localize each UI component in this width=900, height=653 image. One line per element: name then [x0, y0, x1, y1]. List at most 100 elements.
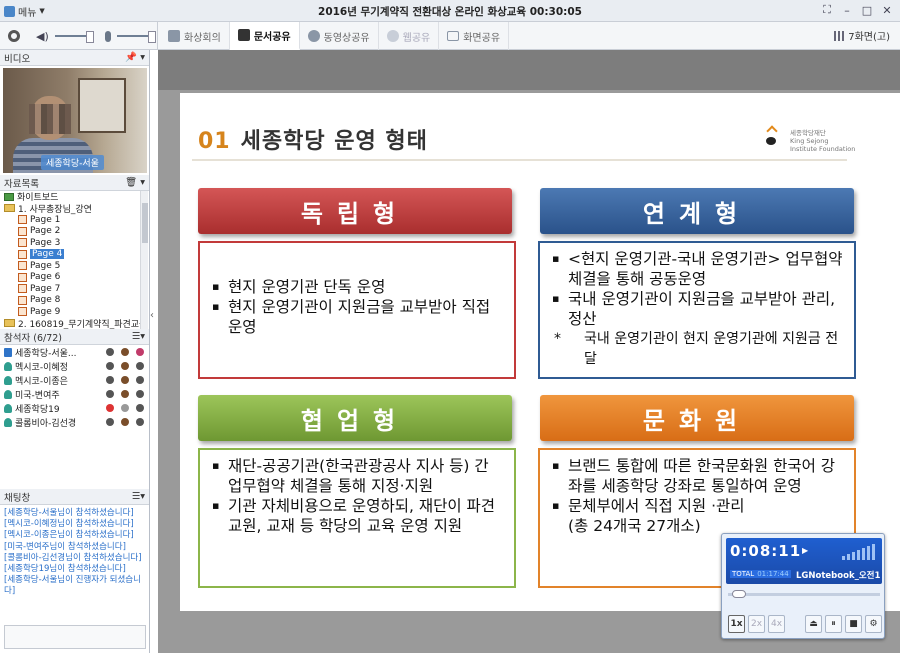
title-divider: [192, 159, 847, 161]
speed-4x-button[interactable]: 4x: [768, 615, 785, 633]
bullet-item: 재단-공공기관(한국관광공사 지사 등) 간 업무협약 체결을 통해 지정·지원: [210, 456, 504, 496]
mic-status-icon: [136, 404, 144, 412]
material-label: 2. 160819_무기계약직_파견교원: [18, 319, 148, 329]
logo-sub2: Institute Foundation: [790, 145, 856, 153]
mic-volume-slider[interactable]: [116, 31, 156, 43]
speaker-icon[interactable]: ◀): [36, 30, 49, 43]
material-label: 1. 사무총장님_강연: [18, 204, 92, 215]
bullet-item: 기관 자체비용으로 운영하되, 재단이 파견교원, 교재 등 학당의 교육 운영…: [210, 496, 504, 536]
chat-input[interactable]: [4, 625, 146, 649]
speaker-volume-slider[interactable]: [54, 31, 94, 43]
participant-row[interactable]: 멕시코-이종은: [4, 373, 149, 387]
material-folder[interactable]: 1. 사무총장님_강연: [4, 203, 149, 215]
linked-box: <현지 운영기관-국내 운영기관> 업무협약 체결을 통해 공동운영 국내 운영…: [538, 241, 856, 379]
window-controls: ⛶ – □ ✕: [820, 2, 894, 18]
page-icon: [18, 284, 27, 294]
scrollbar-thumb[interactable]: [142, 203, 148, 243]
logo-sub1: King Sejong: [790, 137, 829, 145]
pause-icon[interactable]: ⏸: [825, 615, 842, 633]
bullet-item: 현지 운영기관 단독 운영: [210, 277, 504, 297]
material-folder[interactable]: 2. 160819_무기계약직_파견교원: [4, 318, 149, 329]
material-label: Page 5: [30, 260, 61, 271]
material-page-selected[interactable]: Page 4: [4, 249, 149, 261]
mic-status-icon: [136, 348, 144, 356]
list-menu-icon[interactable]: ☰▾: [132, 491, 145, 502]
total-label: TOTAL: [732, 570, 755, 578]
materials-scrollbar[interactable]: [140, 191, 148, 329]
folder-icon: [4, 319, 15, 328]
participant-name: 콜롬비아-김선경: [15, 418, 77, 429]
slide-title: 01 세종학당 운영 형태: [198, 123, 428, 155]
tab-screen-share[interactable]: 화면공유: [439, 22, 510, 50]
video-status-icon: [121, 418, 129, 426]
tab-video-conference[interactable]: 화상회의: [160, 22, 230, 50]
material-page[interactable]: Page 6: [4, 272, 149, 284]
video-name-tag: 세종학당-서울: [41, 155, 104, 170]
globe-icon: [386, 30, 399, 42]
viewer-top-band: [158, 50, 900, 90]
bullet-item: <현지 운영기관-국내 운영기관> 업무협약 체결을 통해 공동운영: [550, 249, 844, 289]
participant-row[interactable]: 세종학당19: [4, 401, 149, 415]
eject-icon[interactable]: ⏏: [805, 615, 822, 633]
material-page[interactable]: Page 1: [4, 214, 149, 226]
wall-plaque: [78, 78, 126, 133]
list-menu-icon[interactable]: ☰▾: [132, 331, 145, 342]
screen-quality-indicator[interactable]: 7화면(고): [834, 28, 890, 43]
participant-name: 세종학당-서울...: [15, 348, 77, 359]
camera-status-icon: [106, 362, 114, 370]
fullscreen-icon[interactable]: ⛶: [820, 2, 834, 18]
chat-message: [세종학당19님이 참석하셨습니다]: [4, 564, 126, 575]
linked-header: 연계형: [540, 188, 854, 234]
minimize-icon[interactable]: –: [840, 2, 854, 18]
chat-header: 채팅창 ☰▾: [0, 489, 149, 505]
maximize-icon[interactable]: □: [860, 2, 874, 18]
sidebar: 비디오 📌 ▾ 세종학당-서울 자료목록 🗑 ▾ 화이트보드 1. 사무총장님_…: [0, 50, 150, 653]
video-status-icon: [121, 348, 129, 356]
speed-2x-button[interactable]: 2x: [748, 615, 765, 633]
materials-title: 자료목록: [4, 178, 39, 190]
mic-status-icon: [136, 362, 144, 370]
independent-header: 독립형: [198, 188, 512, 234]
participant-row[interactable]: 세종학당-서울...: [4, 345, 149, 359]
microphone-icon[interactable]: [104, 30, 111, 42]
user-icon: [4, 375, 12, 385]
close-icon[interactable]: ✕: [880, 2, 894, 18]
tab-document-share[interactable]: 문서공유: [229, 22, 300, 50]
grid-icon: [834, 30, 845, 41]
screen-quality-label: 7화면(고): [848, 32, 890, 43]
settings-icon[interactable]: ⚙: [865, 615, 882, 633]
culture-header: 문화원: [540, 395, 854, 441]
camera-status-icon: [106, 376, 114, 384]
sejong-logo: 세종학당재단 King Sejong Institute Foundation: [764, 121, 855, 161]
chat-message: [세종학당-서울님이 참석하셨습니다]: [4, 508, 134, 518]
seek-handle[interactable]: [732, 590, 746, 598]
material-page[interactable]: Page 2: [4, 226, 149, 238]
speed-1x-button[interactable]: 1x: [728, 615, 745, 633]
material-page[interactable]: Page 7: [4, 283, 149, 295]
bullet-item: 현지 운영기관이 지원금을 교부받아 직접 운영: [210, 297, 504, 337]
play-status-icon: ▶: [802, 546, 809, 555]
camera-icon[interactable]: [8, 30, 20, 42]
seek-bar[interactable]: [728, 593, 880, 596]
stop-icon[interactable]: ■: [845, 615, 862, 633]
participant-row[interactable]: 멕시코-이혜정: [4, 359, 149, 373]
monitor-icon: [447, 31, 460, 41]
collapse-sidebar-icon[interactable]: ‹: [150, 310, 158, 330]
tab-video-share[interactable]: 동영상공유: [300, 22, 379, 50]
pin-icon[interactable]: 📌 ▾: [125, 52, 145, 63]
video-feed: 세종학당-서울: [3, 68, 147, 173]
page-icon: [18, 307, 27, 317]
participant-row[interactable]: 콜롬비아-김선경: [4, 415, 149, 429]
materials-header: 자료목록 🗑 ▾: [0, 175, 149, 191]
tab-web-share[interactable]: 웹공유: [379, 22, 440, 50]
title-bar: 메뉴 ▼ 2016년 무기계약직 전환대상 온라인 화상교육 00:30:05 …: [0, 0, 900, 22]
chat-message: [세종학당-서울님이 진행자가 되셨습니다]: [4, 575, 141, 597]
participant-name: 멕시코-이혜정: [15, 362, 68, 373]
material-page[interactable]: Page 3: [4, 237, 149, 249]
participant-row[interactable]: 미국-변여주: [4, 387, 149, 401]
tab-label: 문서공유: [253, 31, 291, 43]
material-page[interactable]: Page 5: [4, 260, 149, 272]
trash-icon[interactable]: 🗑 ▾: [125, 177, 145, 188]
folder-open-icon: [4, 204, 15, 213]
material-page[interactable]: Page 8: [4, 295, 149, 307]
